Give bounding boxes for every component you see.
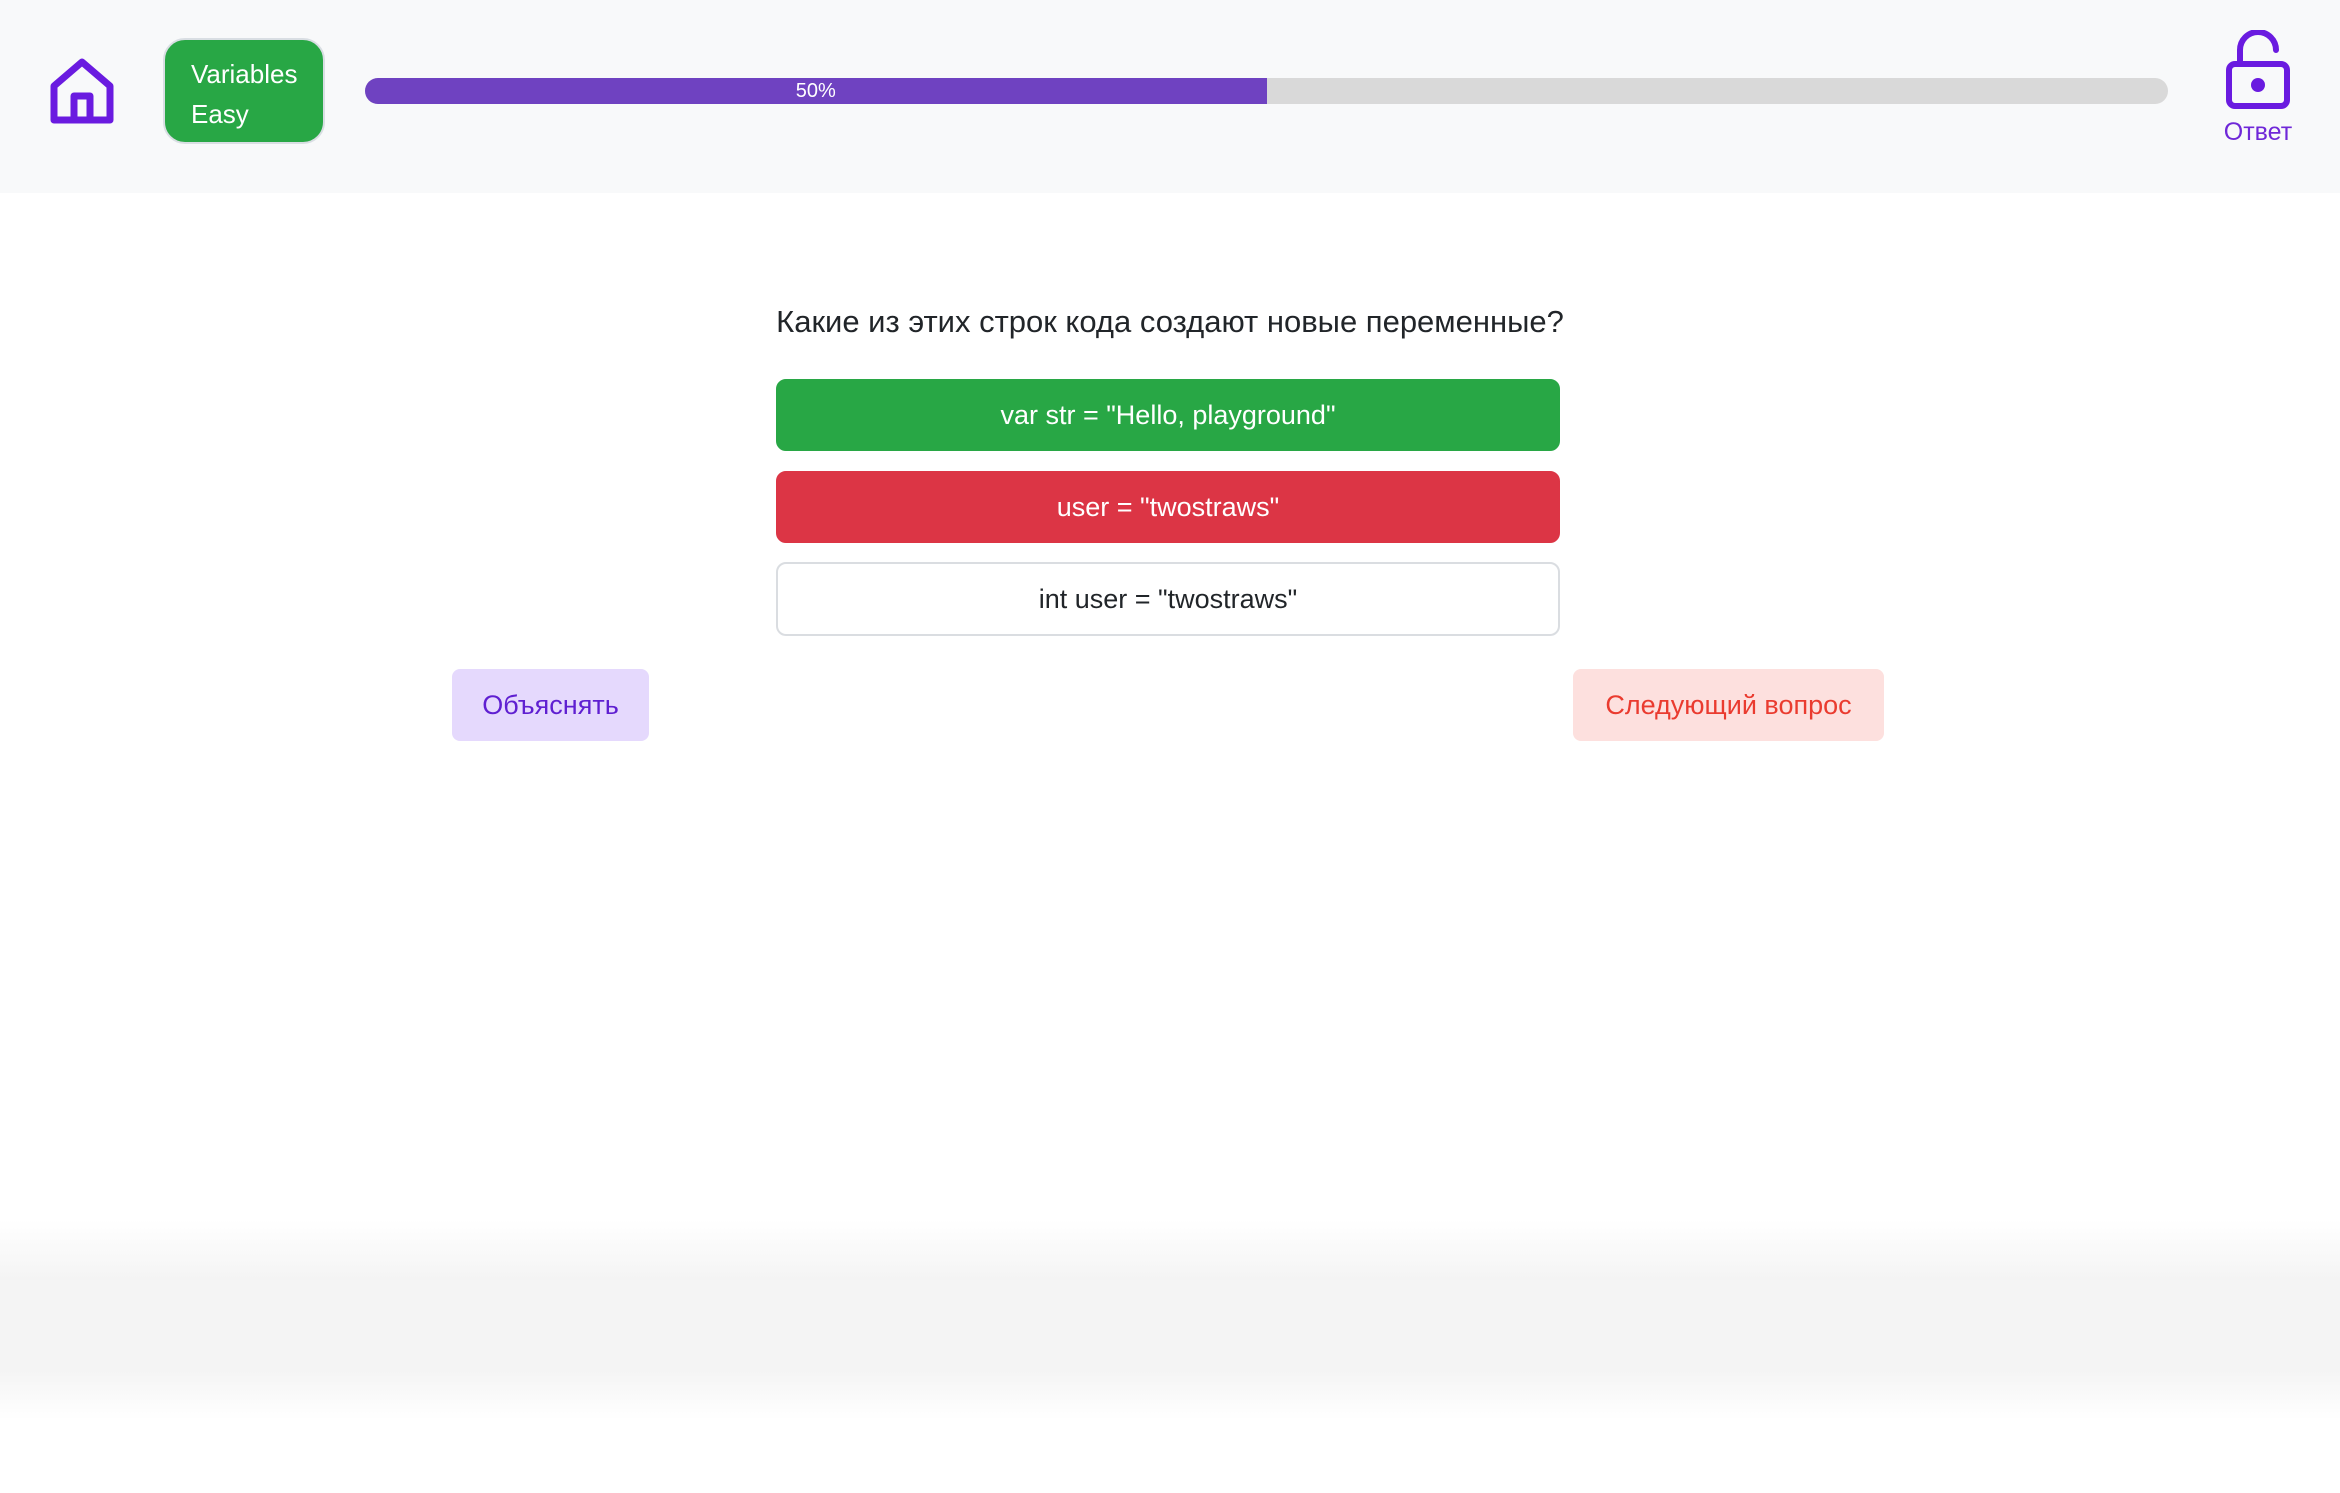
- progress-label: 50%: [795, 80, 836, 102]
- progress-bar: 50%: [365, 78, 2168, 104]
- answer-option[interactable]: int user = "twostraws": [776, 562, 1560, 636]
- topic-badge: Variables Easy: [163, 38, 325, 144]
- progress-fill: 50%: [365, 78, 1267, 104]
- show-answer-button[interactable]: Ответ: [2205, 30, 2311, 154]
- unlock-icon: [2226, 30, 2290, 109]
- top-bar: Variables Easy 50% Ответ: [0, 0, 2340, 193]
- option-label: user = "twostraws": [1056, 491, 1280, 522]
- explain-button[interactable]: Объяснять: [452, 669, 649, 741]
- home-icon: [50, 58, 114, 124]
- answer-option-wrong[interactable]: user = "twostraws": [776, 471, 1560, 543]
- home-button[interactable]: [48, 56, 116, 126]
- answer-label: Ответ: [2223, 118, 2293, 146]
- next-question-button[interactable]: Следующий вопрос: [1573, 669, 1884, 741]
- topic-level: Easy: [191, 99, 249, 129]
- topic-name: Variables: [191, 59, 298, 89]
- bottom-shade: [0, 1220, 2340, 1420]
- question-text: Какие из этих строк кода создают новые п…: [776, 304, 1564, 339]
- option-label: int user = "twostraws": [1038, 583, 1298, 614]
- option-label: var str = "Hello, playground": [1000, 399, 1336, 430]
- quiz-page: Variables Easy 50% Ответ Какие из этих с…: [0, 0, 2340, 1493]
- answer-option-correct[interactable]: var str = "Hello, playground": [776, 379, 1560, 451]
